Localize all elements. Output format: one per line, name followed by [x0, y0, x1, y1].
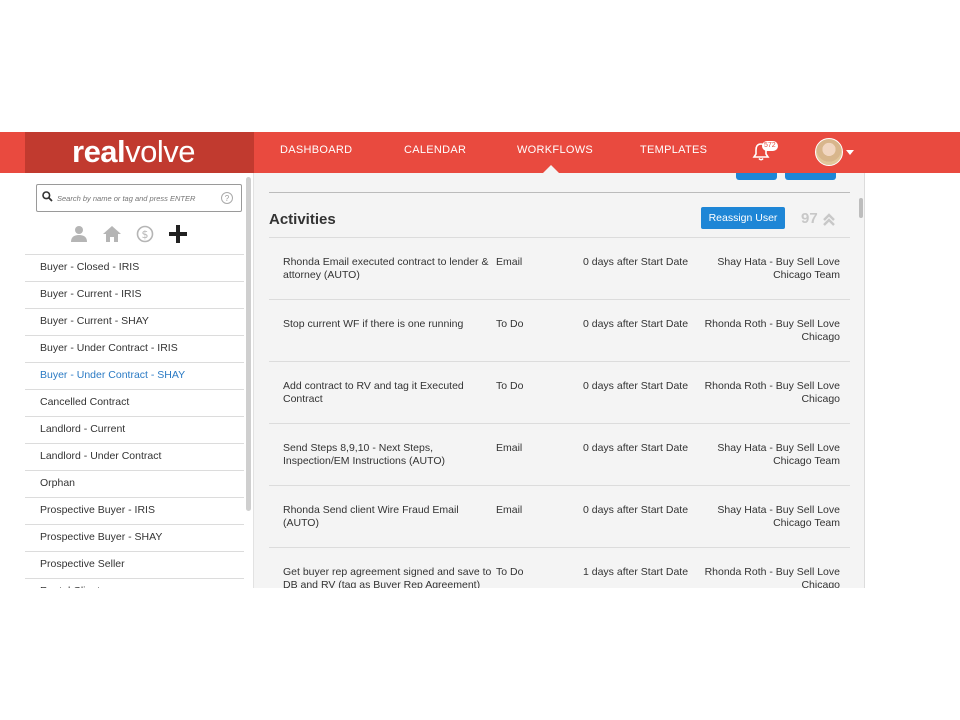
sidebar-item-rental-client[interactable]: Rental Client: [25, 578, 244, 588]
nav-workflows[interactable]: WORKFLOWS: [517, 144, 593, 156]
sidebar-item-prospective-seller[interactable]: Prospective Seller: [25, 551, 244, 578]
activity-type: To Do: [496, 380, 524, 392]
table-row[interactable]: Rhonda Send client Wire Fraud Email (AUT…: [269, 485, 850, 547]
activity-type: Email: [496, 504, 523, 516]
reassign-user-button[interactable]: Reassign User: [701, 207, 785, 229]
activity-name: Rhonda Send client Wire Fraud Email (AUT…: [283, 504, 459, 529]
activity-due: 0 days after Start Date: [583, 380, 689, 392]
realvolve-logo[interactable]: realvolve: [72, 134, 196, 170]
table-row[interactable]: Send Steps 8,9,10 - Next Steps, Inspecti…: [269, 423, 850, 485]
table-row[interactable]: Rhonda Email executed contract to lender…: [269, 237, 850, 299]
sidebar-item-landlord-current[interactable]: Landlord - Current: [25, 416, 244, 443]
sidebar-item-buyer-current-shay[interactable]: Buyer - Current - SHAY: [25, 308, 244, 335]
main-scrollbar[interactable]: [859, 198, 863, 218]
sidebar-item-cancelled-contract[interactable]: Cancelled Contract: [25, 389, 244, 416]
toolbar-button-2[interactable]: [785, 173, 836, 180]
section-divider: [269, 192, 850, 193]
notification-badge: 572: [762, 141, 778, 151]
activity-type: To Do: [496, 566, 524, 578]
activity-assignee: Shay Hata - Buy Sell Love Chicago Team: [717, 256, 840, 281]
collapse-chevron-icon[interactable]: [822, 213, 836, 227]
activities-title: Activities: [269, 211, 336, 228]
activity-name: Send Steps 8,9,10 - Next Steps, Inspecti…: [283, 442, 446, 467]
top-navbar: realvolve DASHBOARD CALENDAR WORKFLOWS T…: [0, 132, 960, 173]
sidebar-item-buyer-current-iris[interactable]: Buyer - Current - IRIS: [25, 281, 244, 308]
activity-due: 0 days after Start Date: [583, 318, 689, 330]
sidebar-item-buyer-under-contract-iris[interactable]: Buyer - Under Contract - IRIS: [25, 335, 244, 362]
table-row[interactable]: Stop current WF if there is one running …: [269, 299, 850, 361]
activity-name: Stop current WF if there is one running: [283, 318, 464, 330]
nav-dashboard[interactable]: DASHBOARD: [280, 144, 352, 156]
help-icon[interactable]: ?: [221, 192, 233, 204]
chevron-down-icon[interactable]: [846, 150, 854, 155]
activities-list: Rhonda Email executed contract to lender…: [269, 237, 850, 588]
toolbar-button-1[interactable]: [736, 173, 777, 180]
search-input[interactable]: [57, 190, 217, 206]
dollar-icon[interactable]: $: [136, 225, 154, 248]
logo-box[interactable]: realvolve: [25, 132, 254, 173]
search-box: ?: [36, 184, 242, 212]
logo-bold-text: real: [72, 134, 126, 169]
activity-name: Get buyer rep agreement signed and save …: [283, 566, 492, 588]
activity-name: Add contract to RV and tag it Executed C…: [283, 380, 464, 405]
sidebar-item-landlord-under-contract[interactable]: Landlord - Under Contract: [25, 443, 244, 470]
user-avatar[interactable]: [815, 138, 843, 166]
active-nav-caret: [543, 165, 559, 173]
person-icon[interactable]: [70, 225, 88, 248]
sidebar-item-orphan[interactable]: Orphan: [25, 470, 244, 497]
plus-icon[interactable]: [169, 225, 187, 248]
main-panel: Activities Reassign User 97 Rhonda Email…: [254, 173, 865, 588]
table-row[interactable]: Get buyer rep agreement signed and save …: [269, 547, 850, 588]
svg-text:$: $: [142, 228, 149, 241]
activity-assignee: Rhonda Roth - Buy Sell Love Chicago: [704, 380, 840, 405]
sidebar-item-prospective-buyer-shay[interactable]: Prospective Buyer - SHAY: [25, 524, 244, 551]
activity-type: To Do: [496, 318, 524, 330]
activity-due: 0 days after Start Date: [583, 442, 689, 454]
nav-templates[interactable]: TEMPLATES: [640, 144, 707, 156]
activity-assignee: Shay Hata - Buy Sell Love Chicago Team: [717, 442, 840, 467]
activity-due: 0 days after Start Date: [583, 504, 689, 516]
app-window: realvolve DASHBOARD CALENDAR WORKFLOWS T…: [0, 132, 960, 588]
search-icon: [42, 191, 53, 202]
activity-type: Email: [496, 442, 523, 454]
activity-name: Rhonda Email executed contract to lender…: [283, 256, 489, 281]
sidebar-item-prospective-buyer-iris[interactable]: Prospective Buyer - IRIS: [25, 497, 244, 524]
workflow-list: Buyer - Closed - IRIS Buyer - Current - …: [25, 254, 244, 588]
activity-due: 0 days after Start Date: [583, 256, 689, 268]
workflow-sidebar: ? $ Buyer - Closed - IRIS Buyer - Curren…: [25, 173, 254, 588]
activity-assignee: Rhonda Roth - Buy Sell Love Chicago: [704, 318, 840, 343]
sidebar-item-buyer-closed-iris[interactable]: Buyer - Closed - IRIS: [25, 254, 244, 281]
activity-assignee: Rhonda Roth - Buy Sell Love Chicago: [704, 566, 840, 588]
activity-type: Email: [496, 256, 523, 268]
logo-light-text: volve: [125, 134, 196, 169]
activity-assignee: Shay Hata - Buy Sell Love Chicago Team: [717, 504, 840, 529]
table-row[interactable]: Add contract to RV and tag it Executed C…: [269, 361, 850, 423]
sidebar-item-buyer-under-contract-shay[interactable]: Buyer - Under Contract - SHAY: [25, 362, 244, 389]
activity-count: 97: [801, 210, 818, 227]
house-icon[interactable]: [102, 225, 122, 248]
activity-due: 1 days after Start Date: [583, 566, 689, 578]
nav-calendar[interactable]: CALENDAR: [404, 144, 466, 156]
sidebar-scrollbar[interactable]: [246, 177, 251, 511]
